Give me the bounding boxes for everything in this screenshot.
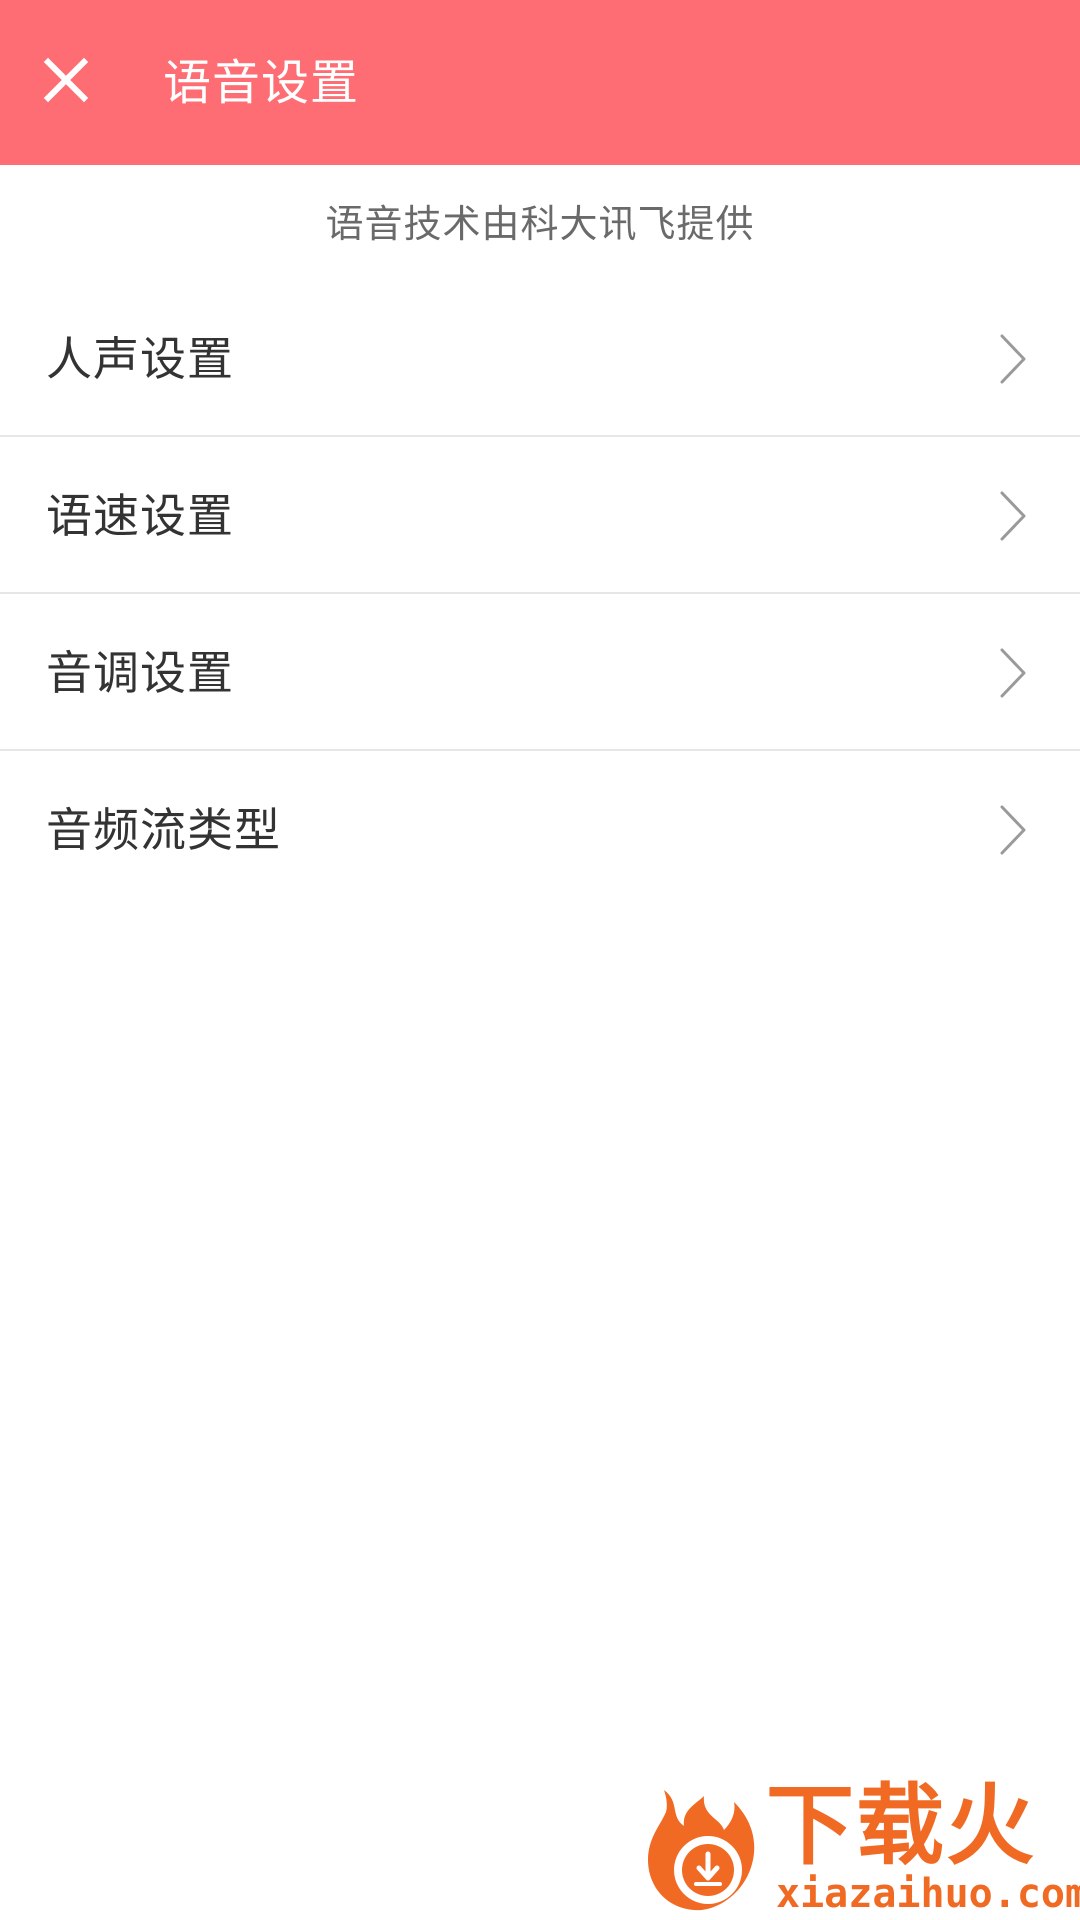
chevron-right-icon: [998, 803, 1028, 857]
list-item-label: 音频流类型: [46, 803, 281, 857]
chevron-right-icon: [998, 646, 1028, 700]
voice-settings-screen: 语音设置 语音技术由科大讯飞提供 人声设置 语速设置 音调设置 音频流类型 下载…: [0, 0, 1080, 1920]
list-item-audio-stream[interactable]: 音频流类型: [0, 751, 1080, 908]
close-icon: [43, 57, 89, 103]
list-item-label: 人声设置: [46, 332, 234, 386]
settings-list: 人声设置 语速设置 音调设置 音频流类型: [0, 280, 1080, 908]
chevron-right-icon: [998, 332, 1028, 386]
list-item-label: 音调设置: [46, 646, 234, 700]
page-title: 语音设置: [163, 55, 360, 111]
chevron-right-icon: [998, 489, 1028, 543]
watermark: 下载火 xiazaihuo.com: [636, 1776, 1080, 1920]
watermark-brand: 下载火: [766, 1774, 1037, 1877]
list-item-label: 语速设置: [46, 489, 234, 543]
watermark-url: xiazaihuo.com: [776, 1871, 1080, 1917]
provider-note: 语音技术由科大讯飞提供: [325, 202, 755, 246]
list-item-pitch[interactable]: 音调设置: [0, 594, 1080, 751]
close-button[interactable]: [26, 40, 106, 120]
list-item-voice[interactable]: 人声设置: [0, 280, 1080, 437]
list-item-speed[interactable]: 语速设置: [0, 437, 1080, 594]
app-bar: 语音设置: [0, 0, 1080, 165]
